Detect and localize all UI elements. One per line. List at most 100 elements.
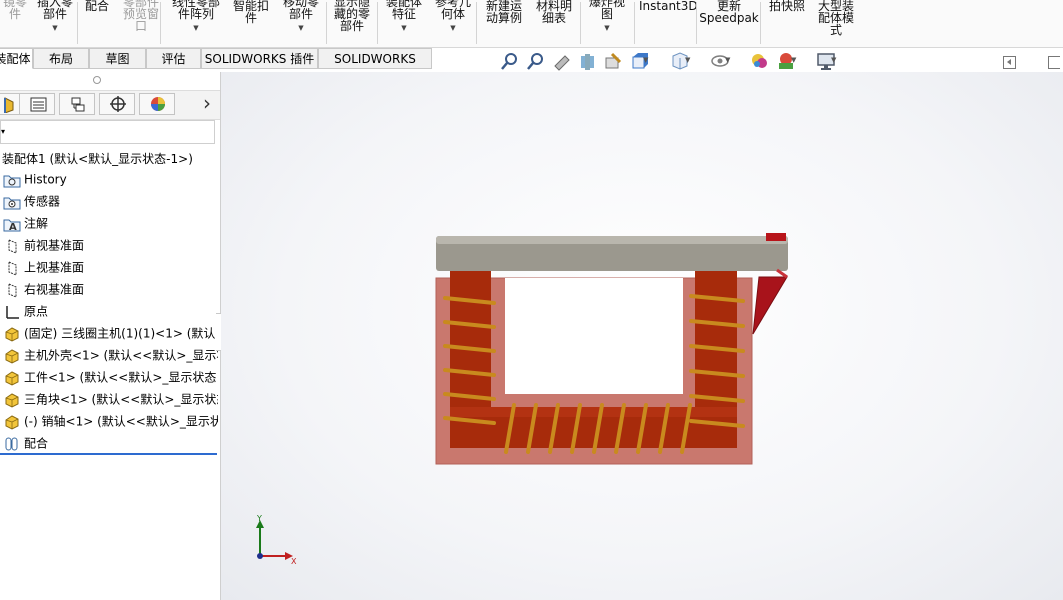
tab-0[interactable]: 装配体	[0, 48, 33, 69]
part-icon	[5, 414, 19, 430]
filter-dropdown-icon[interactable]: ▾	[1, 127, 5, 136]
annotations-folder-icon: A	[3, 219, 21, 232]
tree-item[interactable]: A 注解	[0, 213, 218, 233]
svg-text:A: A	[9, 222, 17, 232]
tree-item[interactable]: History	[0, 169, 218, 189]
fm-tab-2[interactable]	[59, 93, 95, 115]
tree-item-label: 传感器	[24, 194, 61, 209]
plane-icon	[8, 260, 17, 276]
tree-item[interactable]: (-) 销轴<1> (默认<<默认>_显示状	[0, 411, 218, 431]
section-view-icon[interactable]	[577, 50, 599, 72]
tree-item-label: 注解	[24, 216, 49, 231]
ribbon-dropdown-arrow-icon[interactable]: ▼	[382, 22, 426, 34]
ribbon-separator	[476, 2, 477, 44]
core-body-highlight	[450, 407, 737, 417]
view-dropdown-arrow-icon[interactable]: ▼	[643, 56, 648, 64]
dynamic-annotation-icon[interactable]	[602, 50, 624, 72]
panel-collapse-handle[interactable]	[93, 76, 101, 84]
ribbon-button[interactable]: 新建运 动算例	[482, 0, 526, 24]
tree-bottom-separator	[0, 453, 217, 455]
reference-triad: Y X	[256, 514, 297, 566]
previous-view-icon[interactable]	[551, 50, 573, 72]
ribbon-button[interactable]: 爆炸视 图 ▼	[585, 0, 629, 34]
restore-window-icon[interactable]	[1048, 56, 1060, 69]
zoom-to-fit-icon[interactable]	[499, 50, 521, 72]
featuremanager-icon	[4, 97, 14, 113]
view-dropdown-arrow-icon[interactable]: ▼	[685, 56, 690, 64]
triad-x-label: X	[291, 557, 297, 566]
ribbon-button-label: 显示隐 藏的零 部件	[333, 0, 370, 33]
tree-item[interactable]: 配合	[0, 433, 218, 453]
top-cover-bar-highlight	[436, 236, 788, 244]
ribbon-button[interactable]: 移动零 部件 ▼	[279, 0, 323, 34]
tree-item[interactable]: 前视基准面	[0, 235, 218, 255]
ribbon-button-label: 插入零 部件	[36, 0, 73, 21]
ribbon-dropdown-arrow-icon[interactable]: ▼	[585, 22, 629, 34]
mates-folder-icon	[5, 437, 18, 450]
tree-item[interactable]: 主机外壳<1> (默认<<默认>_显示状	[0, 345, 218, 365]
ribbon-separator	[326, 2, 327, 44]
zoom-to-area-icon[interactable]	[525, 50, 547, 72]
tile-window-icon[interactable]	[1003, 56, 1016, 69]
ribbon-button-label: 零部件 预览窗 口	[122, 0, 159, 33]
tree-item[interactable]: 右视基准面	[0, 279, 218, 299]
ribbon-button[interactable]: 参考几 何体 ▼	[432, 0, 474, 34]
ribbon-button[interactable]: 零部件 预览窗 口	[118, 0, 164, 32]
ribbon-dropdown-arrow-icon[interactable]: ▼	[432, 22, 474, 34]
tab-5[interactable]: SOLIDWORKS MBD	[318, 48, 432, 87]
ribbon-dropdown-arrow-icon[interactable]: ▼	[279, 22, 323, 34]
ribbon-button-label: 更新 Speedpak	[699, 0, 759, 25]
ribbon-button[interactable]: 智能扣 件	[230, 0, 272, 24]
sensors-folder-icon	[3, 197, 21, 209]
ribbon-button[interactable]: 插入零 部件 ▼	[33, 0, 77, 34]
fm-tab-4[interactable]	[139, 93, 175, 115]
ribbon-button[interactable]: 材料明 细表	[534, 0, 574, 24]
ribbon-button[interactable]: 线性零部 件阵列 ▼	[168, 0, 224, 34]
tab-1[interactable]: 布局	[33, 48, 89, 69]
tree-item[interactable]: 上视基准面	[0, 257, 218, 277]
ribbon-button[interactable]: 更新 Speedpak	[699, 0, 759, 24]
tree-filter-input[interactable]: ▾	[0, 120, 215, 144]
tree-item[interactable]: (固定) 三线圈主机(1)(1)<1> (默认<<	[0, 323, 218, 343]
edit-appearance-icon[interactable]	[749, 50, 771, 72]
tree-item[interactable]: 传感器	[0, 191, 218, 211]
assembly-model-view[interactable]	[221, 72, 1063, 600]
part-icon	[5, 348, 19, 364]
tree-root-assembly[interactable]: 装配体1 (默认<默认_显示状态-1>)	[0, 148, 218, 168]
tree-item-label: (固定) 三线圈主机(1)(1)<1> (默认<<	[24, 326, 218, 341]
view-dropdown-arrow-icon[interactable]: ▼	[831, 56, 836, 64]
displaymanager-icon	[151, 97, 165, 111]
ribbon-button[interactable]: 装配体 特征 ▼	[382, 0, 426, 34]
ribbon-button-label: Instant3D	[639, 0, 698, 13]
tree-item-label: 原点	[24, 304, 49, 319]
ribbon-button[interactable]: 大型装 配体模 式	[814, 0, 858, 36]
ribbon-dropdown-arrow-icon[interactable]: ▼	[168, 22, 224, 34]
tree-item[interactable]: 原点	[0, 301, 218, 321]
fm-tab-1[interactable]	[19, 93, 55, 115]
ribbon-button-label: 智能扣 件	[232, 0, 269, 25]
tree-item[interactable]: 工件<1> (默认<<默认>_显示状态 1	[0, 367, 218, 387]
ribbon-button[interactable]: 配合	[83, 0, 111, 12]
ribbon-button[interactable]: 镜零 件	[0, 0, 30, 20]
ribbon-button[interactable]: Instant3D	[639, 0, 698, 13]
triangle-block[interactable]	[752, 276, 788, 335]
tree-item-label: 配合	[24, 436, 49, 451]
ribbon-button[interactable]: 显示隐 藏的零 部件	[330, 0, 374, 32]
ribbon-button-label: 移动零 部件	[282, 0, 319, 21]
view-dropdown-arrow-icon[interactable]: ▼	[725, 56, 730, 64]
configurationmanager-icon	[71, 97, 85, 112]
graphics-area[interactable]: Y X	[221, 72, 1063, 600]
fm-tab-3[interactable]	[99, 93, 135, 115]
tab-2[interactable]: 草图	[89, 48, 146, 69]
part-icon	[5, 392, 19, 408]
ribbon-button[interactable]: 拍快照	[765, 0, 809, 12]
fm-tabs-more-icon[interactable]: ›	[203, 92, 211, 114]
tab-4[interactable]: SOLIDWORKS 插件	[201, 48, 318, 69]
pin-shaft[interactable]	[766, 233, 786, 241]
tab-3[interactable]: 评估	[146, 48, 201, 69]
ribbon-dropdown-arrow-icon[interactable]: ▼	[33, 22, 77, 34]
command-manager-tabs: 装配体布局草图评估SOLIDWORKS 插件SOLIDWORKS MBD	[0, 47, 440, 87]
ribbon-button-label: 配合	[84, 0, 109, 13]
tree-item[interactable]: 三角块<1> (默认<<默认>_显示状态	[0, 389, 218, 409]
view-dropdown-arrow-icon[interactable]: ▼	[791, 56, 796, 64]
